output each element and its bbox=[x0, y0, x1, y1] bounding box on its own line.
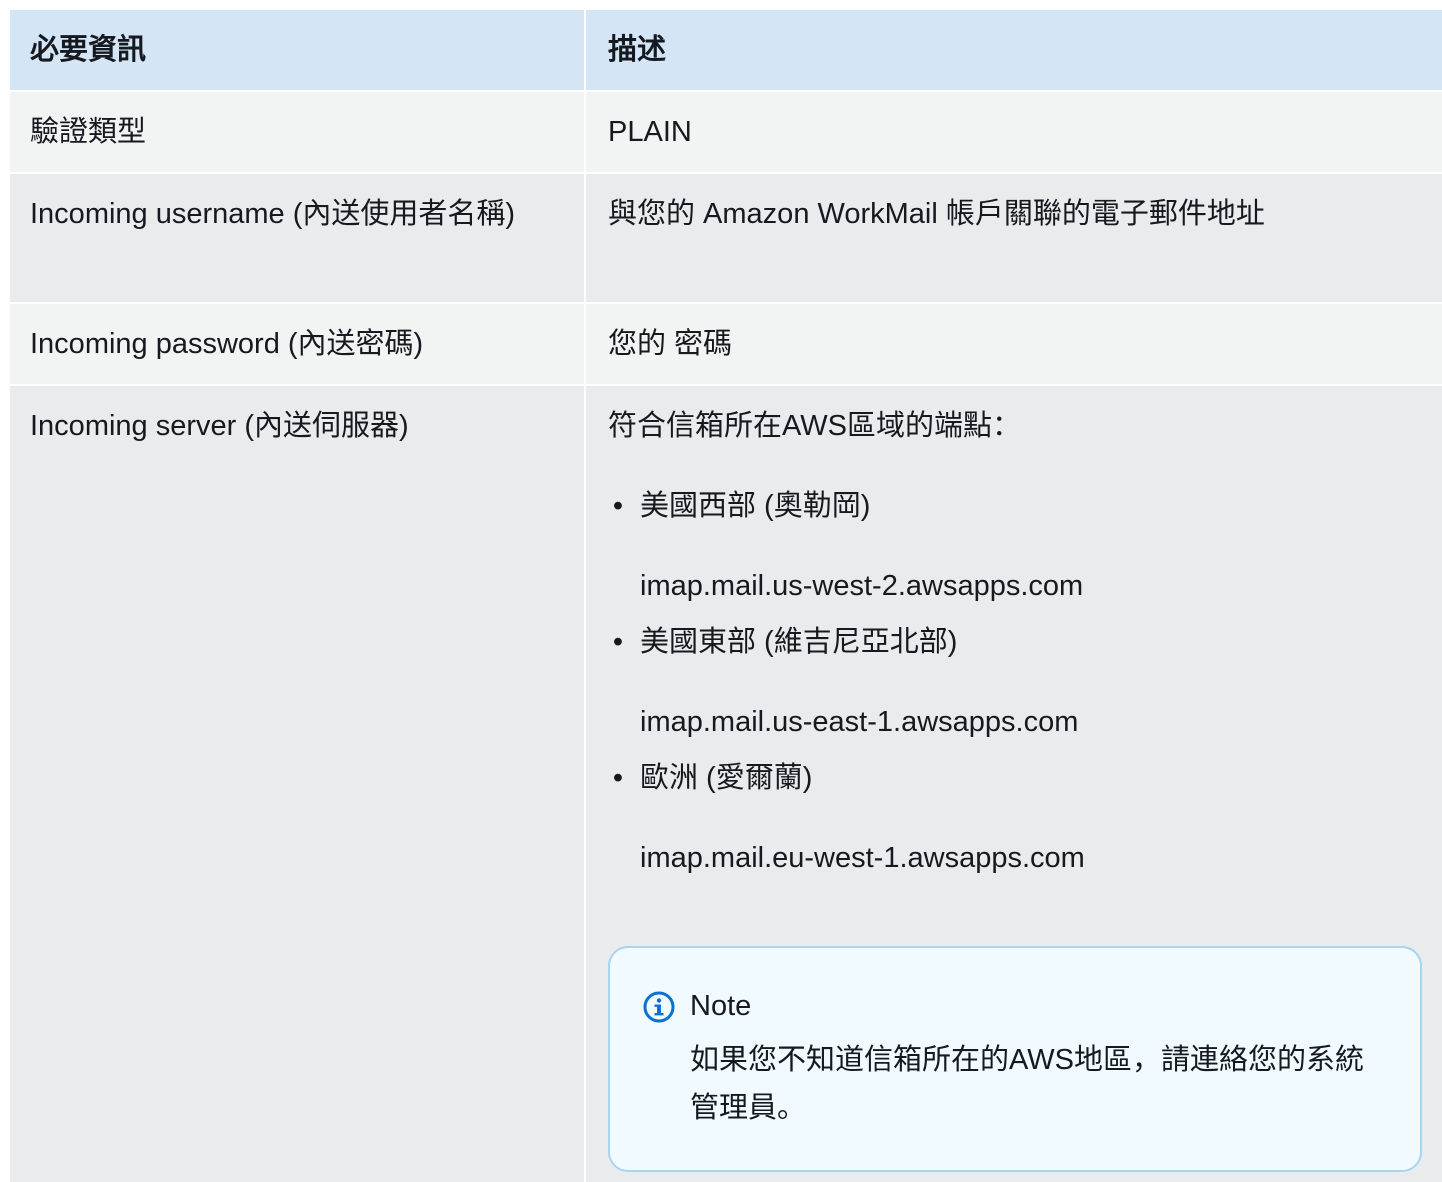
auth-type-value: PLAIN bbox=[586, 92, 1442, 172]
region-endpoint: imap.mail.eu-west-1.awsapps.com bbox=[640, 842, 1085, 874]
bullet-icon: • bbox=[612, 626, 624, 658]
note-callout: Note 如果您不知道信箱所在的AWS地區，請連絡您的系統管理員。 bbox=[608, 946, 1422, 1172]
server-label: Incoming server (內送伺服器) bbox=[10, 386, 586, 1182]
table-row: Incoming server (內送伺服器) 符合信箱所在AWS區域的端點： … bbox=[10, 384, 1442, 1182]
header-required-info: 必要資訊 bbox=[10, 10, 586, 90]
server-intro: 符合信箱所在AWS區域的端點： bbox=[608, 410, 1021, 442]
note-text: 如果您不知道信箱所在的AWS地區，請連絡您的系統管理員。 bbox=[690, 1044, 1364, 1124]
list-item: • 美國西部 (奧勒岡) imap.mail.us-west-2.awsapps… bbox=[608, 482, 1422, 610]
server-value: 符合信箱所在AWS區域的端點： • 美國西部 (奧勒岡) imap.mail.u… bbox=[586, 386, 1442, 1182]
settings-table: 必要資訊 描述 驗證類型 PLAIN Incoming username (內送… bbox=[10, 10, 1442, 1182]
region-endpoint: imap.mail.us-east-1.awsapps.com bbox=[640, 706, 1079, 738]
list-item: • 美國東部 (維吉尼亞北部) imap.mail.us-east-1.awsa… bbox=[608, 618, 1422, 746]
region-endpoint: imap.mail.us-west-2.awsapps.com bbox=[640, 570, 1084, 602]
username-value: 與您的 Amazon WorkMail 帳戶關聯的電子郵件地址 bbox=[586, 174, 1442, 302]
region-name: 美國東部 (維吉尼亞北部) bbox=[640, 626, 958, 658]
list-item: • 歐洲 (愛爾蘭) imap.mail.eu-west-1.awsapps.c… bbox=[608, 754, 1422, 882]
header-description: 描述 bbox=[586, 10, 1442, 90]
bullet-icon: • bbox=[612, 762, 624, 794]
table-row: 驗證類型 PLAIN bbox=[10, 90, 1442, 172]
username-label: Incoming username (內送使用者名稱) bbox=[10, 174, 586, 302]
note-title: Note bbox=[690, 990, 752, 1022]
table-row: Incoming password (內送密碼) 您的 密碼 bbox=[10, 302, 1442, 384]
password-label: Incoming password (內送密碼) bbox=[10, 304, 586, 384]
table-header-row: 必要資訊 描述 bbox=[10, 10, 1442, 90]
note-body: Note 如果您不知道信箱所在的AWS地區，請連絡您的系統管理員。 bbox=[690, 982, 1372, 1132]
table-row: Incoming username (內送使用者名稱) 與您的 Amazon W… bbox=[10, 172, 1442, 302]
region-list: • 美國西部 (奧勒岡) imap.mail.us-west-2.awsapps… bbox=[608, 482, 1422, 882]
auth-type-label: 驗證類型 bbox=[10, 92, 586, 172]
region-name: 美國西部 (奧勒岡) bbox=[640, 490, 871, 522]
password-value: 您的 密碼 bbox=[586, 304, 1442, 384]
info-icon bbox=[642, 990, 676, 1024]
region-name: 歐洲 (愛爾蘭) bbox=[640, 762, 813, 794]
bullet-icon: • bbox=[612, 490, 624, 522]
